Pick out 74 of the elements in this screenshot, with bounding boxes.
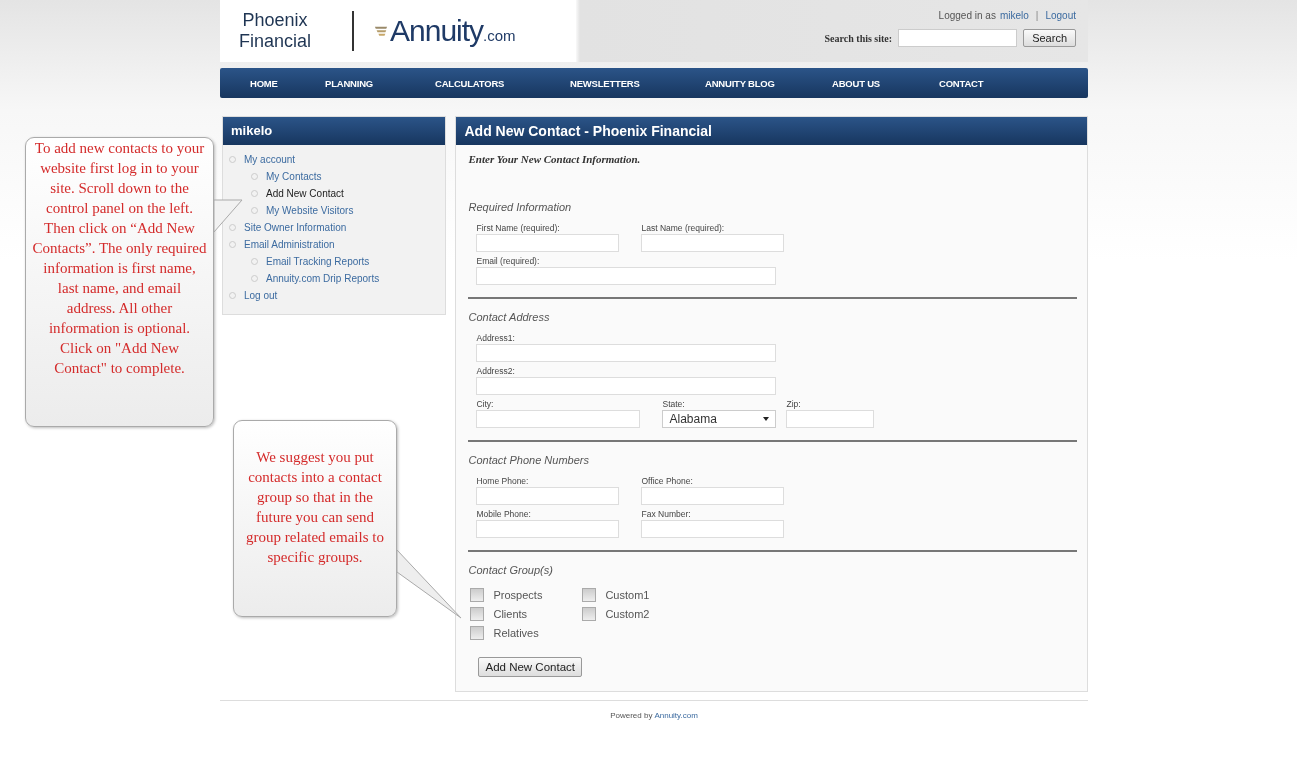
field-label: Last Name (required): [641, 223, 726, 233]
sidebar-link[interactable]: My Website Visitors [266, 205, 354, 216]
nav-link[interactable]: NEWSLETTERS [570, 77, 705, 89]
user-link[interactable]: mikelo [999, 10, 1029, 21]
sidebar-link[interactable]: My account [244, 154, 296, 165]
checkbox-label: Custom2 [605, 607, 650, 620]
sidebar-link[interactable]: My Contacts [266, 171, 322, 182]
field-label: Home Phone: [476, 476, 530, 486]
field-label: Address1: [476, 333, 516, 343]
field-label: City: [476, 399, 495, 409]
field-label: Address2: [476, 366, 516, 376]
sidebar-link[interactable]: Annuity.com Drip Reports [266, 273, 380, 284]
footer-link[interactable]: Annuity.com [654, 711, 698, 720]
checkbox-label: Prospects [493, 588, 543, 601]
input-field[interactable] [476, 520, 620, 538]
nav-link[interactable]: CALCULATORS [435, 77, 570, 89]
section-heading: Contact Address [468, 311, 551, 323]
section-heading: Required Information [468, 201, 573, 213]
state-dropdown[interactable]: Alabama [662, 410, 777, 428]
checkbox-label: Custom1 [605, 588, 650, 601]
login-status: Logged in as [938, 10, 996, 21]
field-label: Email (required): [476, 256, 541, 266]
checkbox[interactable] [470, 625, 485, 640]
search-label: Search this site: [824, 32, 893, 44]
checkbox[interactable] [582, 606, 597, 621]
checkbox-label: Relatives [493, 626, 539, 639]
sidebar-link[interactable]: Email Tracking Reports [266, 256, 370, 267]
logo-text: Annuity.com [390, 14, 516, 48]
section-heading: Contact Phone Numbers [468, 454, 590, 466]
checkbox[interactable] [582, 587, 597, 602]
search-field[interactable] [898, 29, 1018, 47]
intro-text: Enter Your New Contact Information. [468, 153, 642, 165]
input-field[interactable] [641, 487, 785, 505]
checkbox[interactable] [470, 606, 485, 621]
field-label: Fax Number: [641, 509, 692, 519]
input-field[interactable] [786, 410, 875, 428]
sidebar-link[interactable]: Log out [244, 290, 278, 301]
sidebar-title: mikelo [223, 117, 446, 145]
input-field[interactable] [641, 520, 785, 538]
section-heading: Contact Group(s) [468, 564, 554, 576]
nav-link[interactable]: HOME [250, 77, 325, 89]
stripes-icon [374, 24, 388, 38]
logo-text: Financial [237, 31, 312, 52]
nav-link[interactable]: PLANNING [325, 77, 435, 89]
logout-link[interactable]: Logout [1045, 10, 1076, 21]
callout-note: We suggest you put contacts into a contact group so that in the future you can send group related emails to specific groups. [245, 448, 385, 567]
input-field[interactable] [476, 377, 777, 395]
checkbox[interactable] [470, 587, 485, 602]
field-label: Office Phone: [641, 476, 694, 486]
separator-text: | [1035, 10, 1039, 21]
nav-link[interactable]: ANNUITY BLOG [705, 77, 832, 89]
add-contact-button[interactable]: Add New Contact [478, 657, 582, 677]
nav-link[interactable]: ABOUT US [832, 77, 939, 89]
caret-icon [763, 417, 770, 421]
field-label: First Name (required): [476, 223, 561, 233]
field-label: Zip: [786, 399, 802, 409]
field-label: State: [662, 399, 686, 409]
input-field[interactable] [476, 267, 777, 285]
input-field[interactable] [641, 234, 785, 252]
sidebar-link[interactable]: Add New Contact [266, 188, 344, 199]
input-field[interactable] [476, 234, 620, 252]
field-label: Mobile Phone: [476, 509, 532, 519]
input-field[interactable] [476, 410, 641, 428]
sidebar-link[interactable]: Site Owner Information [244, 222, 347, 233]
input-field[interactable] [476, 487, 620, 505]
form-title: Add New Contact - Phoenix Financial [456, 117, 1087, 145]
nav-link[interactable]: CONTACT [939, 77, 984, 89]
input-field[interactable] [476, 344, 777, 362]
logo-text: Phoenix [241, 10, 309, 31]
callout-note: To add new contacts to your website first log in to your site. Scroll down to the control panel on the left. Then click on “Add New Contacts”. The only required information is first name, last name, and email address. All other information is optional. Click on "Add New Contact" to complete. [32, 139, 207, 378]
search-button[interactable]: Search [1023, 29, 1076, 47]
checkbox-label: Clients [493, 607, 528, 620]
footer-text: Powered by [610, 711, 653, 720]
sidebar-link[interactable]: Email Administration [244, 239, 335, 250]
